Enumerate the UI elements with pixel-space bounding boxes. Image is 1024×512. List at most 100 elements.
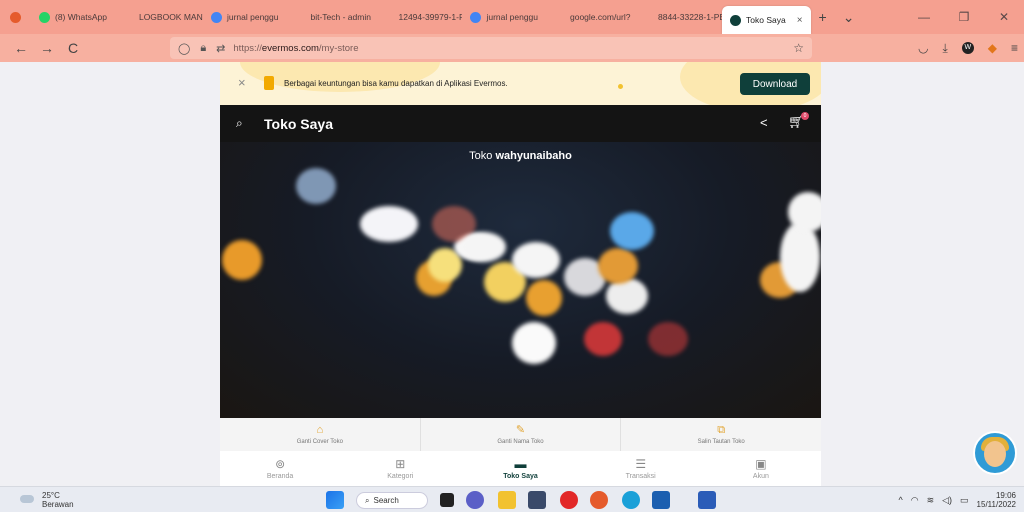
- teams-chat-icon[interactable]: [466, 491, 484, 509]
- nav-item-beranda[interactable]: ⊚ Beranda: [220, 451, 340, 486]
- search-icon[interactable]: ⌕: [236, 116, 243, 131]
- change-name-label: Ganti Nama Toko: [497, 439, 544, 445]
- downloads-icon[interactable]: ⤓: [942, 41, 947, 56]
- address-bar[interactable]: ◯ 🔒︎ ⇄ https://evermos.com/my-store ☆: [170, 37, 812, 59]
- nav-label: Akun: [752, 473, 769, 480]
- nav-item-akun[interactable]: ▣ Akun: [701, 451, 821, 486]
- volume-icon[interactable]: ◁): [942, 495, 952, 506]
- back-button[interactable]: ←: [8, 40, 34, 56]
- clock[interactable]: 19:06 15/11/2022: [977, 491, 1016, 509]
- pencil-icon: ✎: [515, 424, 526, 436]
- opera-icon[interactable]: [560, 491, 578, 509]
- reload-button[interactable]: C: [60, 40, 86, 56]
- nav-item-transaksi[interactable]: ☰ Transaksi: [581, 451, 701, 486]
- firefox-menu-icon[interactable]: [0, 4, 31, 30]
- browser-tab[interactable]: (8) WhatsApp: [31, 4, 115, 30]
- copy-icon: ⧉: [717, 424, 726, 436]
- active-tab-label: Toko Saya: [746, 15, 786, 25]
- tab-favicon-icon: [642, 11, 653, 23]
- wifi-icon[interactable]: ≋: [927, 495, 935, 506]
- metamask-fox-icon[interactable]: ◆: [988, 41, 997, 55]
- battery-icon[interactable]: ▭: [960, 495, 969, 506]
- account-icon: ▣: [755, 457, 767, 471]
- close-banner-icon[interactable]: ×: [238, 75, 246, 90]
- taskbar-search[interactable]: ⌕ Search: [356, 492, 428, 509]
- bookmark-star-icon[interactable]: ☆: [793, 41, 804, 55]
- web-page: × Berbagai keuntungan bisa kamu dapatkan…: [220, 62, 821, 486]
- browser-tab[interactable]: jurnal penggu: [462, 4, 546, 30]
- firefox-taskbar-icon[interactable]: [590, 491, 608, 509]
- start-windows-icon[interactable]: [326, 491, 344, 509]
- file-explorer-icon[interactable]: [498, 491, 516, 509]
- nav-label: Transaksi: [625, 473, 656, 480]
- tab-label: 12494-39979-1-PB: [398, 12, 463, 22]
- new-tab-button[interactable]: +: [811, 9, 835, 25]
- shield-icon[interactable]: ◯: [178, 42, 190, 55]
- search-label: Search: [373, 496, 399, 505]
- clock-date: 15/11/2022: [976, 500, 1016, 509]
- bottom-navigation: ⊚ Beranda ⊞ Kategori ▬ Toko Saya ☰ Trans…: [220, 451, 821, 486]
- browser-tab[interactable]: LOGBOOK MANT: [115, 4, 203, 30]
- change-name-button[interactable]: ✎ Ganti Nama Toko: [421, 418, 622, 451]
- share-icon[interactable]: <: [760, 115, 768, 130]
- tab-favicon-icon: [470, 11, 482, 23]
- tab-toko-saya[interactable]: Toko Saya ×: [722, 6, 811, 34]
- tab-favicon-icon: [554, 11, 565, 23]
- camera-app-icon[interactable]: [528, 491, 546, 509]
- nav-item-kategori[interactable]: ⊞ Kategori: [340, 451, 460, 486]
- banner-text: Berbagai keuntungan bisa kamu dapatkan d…: [284, 79, 508, 88]
- browser-tab[interactable]: jurnal penggu: [203, 4, 287, 30]
- change-cover-button[interactable]: ⌂ Ganti Cover Toko: [220, 418, 421, 451]
- lock-icon[interactable]: 🔒︎: [200, 42, 206, 55]
- close-tab-icon[interactable]: ×: [797, 15, 803, 26]
- store-app-icon[interactable]: [652, 491, 670, 509]
- url-domain: evermos.com: [261, 42, 319, 54]
- word-icon[interactable]: [698, 491, 716, 509]
- transaction-icon: ☰: [635, 457, 647, 471]
- tab-favicon-icon: [210, 11, 222, 23]
- edge-icon[interactable]: [622, 491, 640, 509]
- store-cover-image: Toko wahyunaibaho: [220, 142, 821, 418]
- copy-link-button[interactable]: ⧉ Salin Tautan Toko: [621, 418, 821, 451]
- evermos-favicon-icon: [730, 14, 741, 26]
- browser-tab[interactable]: 8844-33228-1-PB: [634, 4, 722, 30]
- app-menu-icon[interactable]: ≡: [1011, 41, 1018, 55]
- windows-taskbar: 25°C Berawan ⌕ Search ^ ◠ ≋ ◁) ▭ 19:06 15…: [0, 486, 1024, 512]
- weather-desc: Berawan: [42, 500, 74, 509]
- tab-favicon-icon: [122, 11, 134, 23]
- shop-name: wahyunaibaho: [495, 150, 572, 162]
- tab-label: jurnal penggu: [486, 12, 538, 22]
- nav-item-toko-saya[interactable]: ▬ Toko Saya: [460, 451, 580, 486]
- minimize-button[interactable]: —: [904, 10, 944, 24]
- close-window-button[interactable]: ✕: [984, 10, 1024, 24]
- tab-list-button[interactable]: ⌄: [835, 9, 863, 26]
- tab-label: jurnal penggu: [226, 12, 279, 22]
- browser-tab[interactable]: bit-Tech - admin: [286, 4, 374, 30]
- browser-tab[interactable]: google.com/url?: [546, 4, 634, 30]
- store-actions: ⌂ Ganti Cover Toko ✎ Ganti Nama Toko ⧉ S…: [220, 418, 821, 451]
- app-promo-banner: × Berbagai keuntungan bisa kamu dapatkan…: [220, 62, 821, 105]
- chevron-up-icon[interactable]: ^: [898, 495, 902, 505]
- nav-label: Kategori: [387, 473, 414, 480]
- tab-label: (8) WhatsApp: [55, 12, 107, 22]
- change-cover-label: Ganti Cover Toko: [296, 439, 343, 445]
- url-prefix: https://: [233, 42, 262, 54]
- search-icon: ⌕: [365, 495, 370, 505]
- tab-strip: (8) WhatsApp LOGBOOK MANT jurnal penggu bit…: [0, 0, 1024, 34]
- url-path: /my-store: [318, 42, 359, 54]
- browser-tab[interactable]: 12494-39979-1-PB: [374, 4, 462, 30]
- navigation-toolbar: ← → C ◯ 🔒︎ ⇄ https://evermos.com/my-stor…: [0, 34, 1024, 62]
- pocket-icon[interactable]: ◡: [918, 41, 928, 55]
- chat-avatar-button[interactable]: [973, 431, 1017, 475]
- app-header: ⌕ Toko Saya < 🛒︎ 0: [220, 105, 821, 142]
- forward-button[interactable]: →: [34, 40, 60, 56]
- cloud-sync-icon[interactable]: ◠: [911, 495, 919, 506]
- system-tray: ^ ◠ ≋ ◁) ▭ 19:06 15/11/2022: [898, 491, 1016, 509]
- tab-label: 8844-33228-1-PB: [658, 12, 722, 22]
- permissions-icon[interactable]: ⇄: [216, 42, 225, 55]
- tab-favicon-icon: [39, 11, 50, 23]
- extension-w-icon[interactable]: W: [961, 42, 974, 54]
- restore-button[interactable]: ❐: [944, 10, 984, 24]
- task-view-icon[interactable]: [440, 493, 454, 507]
- download-button[interactable]: Download: [740, 73, 810, 95]
